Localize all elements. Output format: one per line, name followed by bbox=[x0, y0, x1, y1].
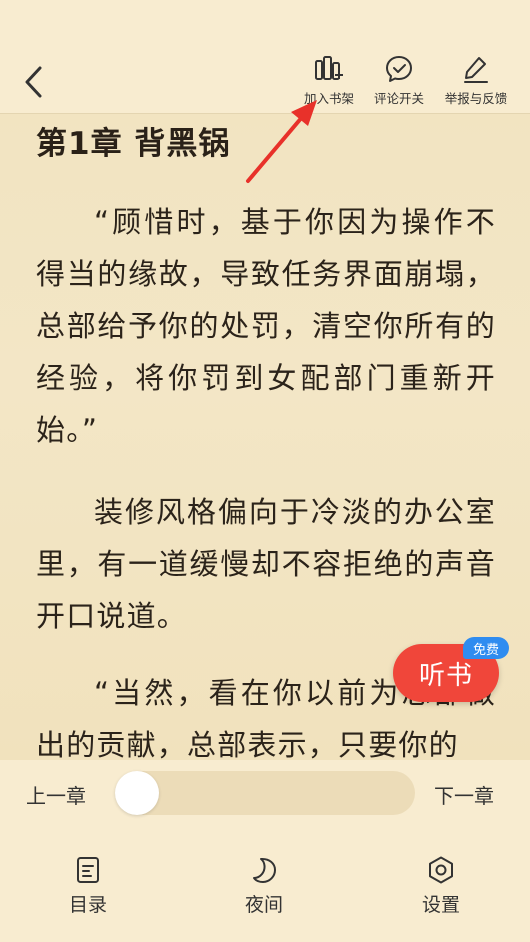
chapter-title: 第1章 背黑锅 bbox=[36, 126, 231, 162]
settings-label: 设置 bbox=[421, 894, 460, 916]
chevron-left-icon bbox=[25, 66, 42, 98]
toc-icon bbox=[77, 857, 99, 883]
night-mode-label: 夜间 bbox=[244, 894, 283, 916]
report-feedback-button[interactable]: 举报与反馈 bbox=[436, 54, 516, 110]
gear-icon bbox=[429, 856, 453, 884]
free-badge: 免费 bbox=[463, 637, 509, 659]
paragraph: 装修风格偏向于冷淡的办公室里，有一道缓慢却不容拒绝的声音开口说道。 bbox=[36, 495, 496, 633]
edit-pen-icon bbox=[464, 57, 488, 83]
add-to-bookshelf-button[interactable]: 加入书架 bbox=[289, 54, 369, 110]
settings-button[interactable]: 设置 bbox=[396, 856, 486, 920]
slider-thumb[interactable] bbox=[115, 771, 159, 815]
top-bar: 加入书架 评论开关 举报与反馈 bbox=[0, 0, 530, 114]
add-to-bookshelf-label: 加入书架 bbox=[303, 91, 354, 106]
moon-icon bbox=[253, 857, 276, 883]
report-feedback-label: 举报与反馈 bbox=[444, 91, 508, 106]
next-chapter-button[interactable]: 下一章 bbox=[434, 780, 494, 809]
toc-label: 目录 bbox=[68, 894, 107, 916]
chapter-progress-slider[interactable] bbox=[115, 771, 415, 815]
comment-toggle-button[interactable]: 评论开关 bbox=[359, 54, 439, 110]
comment-toggle-label: 评论开关 bbox=[373, 91, 424, 106]
toc-button[interactable]: 目录 bbox=[43, 856, 133, 920]
listen-book-label: 听书 bbox=[418, 660, 473, 691]
bottom-panel: 上一章 下一章 目录 夜间 设置 bbox=[0, 760, 530, 942]
bookshelf-add-icon bbox=[315, 56, 343, 80]
back-button[interactable] bbox=[18, 64, 52, 100]
prev-chapter-button[interactable]: 上一章 bbox=[26, 780, 86, 809]
night-mode-button[interactable]: 夜间 bbox=[219, 856, 309, 920]
comment-toggle-icon bbox=[386, 56, 412, 82]
paragraph: “顾惜时，基于你因为操作不得当的缘故，导致任务界面崩塌，总部给予你的处罚，清空你… bbox=[36, 205, 496, 447]
